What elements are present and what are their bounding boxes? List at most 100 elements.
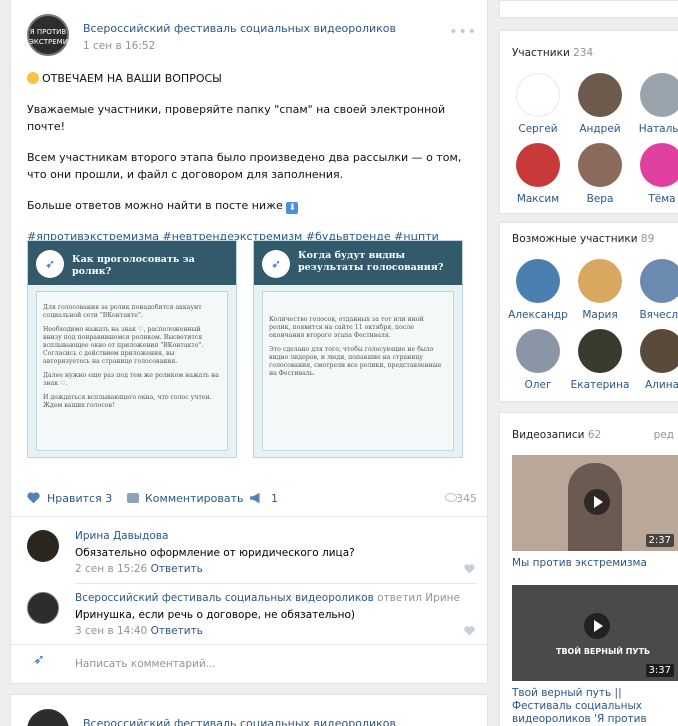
member-avatar[interactable] [640, 259, 678, 303]
comment-meta: 2 сен в 15:26 Ответить [75, 563, 203, 575]
card-title: Как проголосовать за ролик? [72, 254, 195, 277]
member-name[interactable]: Вячесла [632, 309, 678, 321]
megaphone-share-icon[interactable] [249, 492, 263, 504]
reply-link[interactable]: Ответить [151, 625, 203, 637]
videos-title[interactable]: Видеозаписи 62 [512, 429, 601, 441]
community-avatar[interactable] [27, 709, 69, 726]
member-item[interactable]: Мария [570, 259, 630, 321]
member-avatar[interactable] [640, 143, 678, 187]
comment-item: Всероссийский фестиваль социальных видео… [27, 592, 477, 638]
video-item[interactable]: 2:37 Мы против экстремизма [512, 455, 678, 570]
card-text: Далее нужно еще раз под тем же роликом н… [43, 372, 219, 387]
member-avatar[interactable] [640, 73, 678, 117]
member-name[interactable]: Вера [570, 193, 630, 205]
comment-date[interactable]: 2 сен в 15:26 [75, 563, 147, 575]
comment-like-icon[interactable] [464, 564, 475, 574]
member-item[interactable]: Максим [508, 143, 568, 205]
next-wall-post: Всероссийский фестиваль социальных видео… [10, 694, 488, 726]
member-name[interactable]: Алина [632, 379, 678, 391]
commenter-name[interactable]: Всероссийский фестиваль социальных видео… [75, 592, 374, 604]
member-item[interactable]: Андрей [570, 73, 630, 135]
more-options-icon[interactable]: ••• [449, 24, 477, 40]
members-title[interactable]: Участники 234 [512, 47, 593, 59]
down-arrow-emoji-icon: ⬇ [286, 202, 299, 214]
member-name[interactable]: Андрей [570, 123, 630, 135]
video-title[interactable]: Мы против экстремизма [512, 557, 678, 570]
member-item[interactable]: Олег [508, 329, 568, 391]
member-avatar[interactable] [578, 73, 622, 117]
card-body: Количество голосов, отданных за тот или … [262, 291, 454, 451]
member-name[interactable]: Екатерина [570, 379, 630, 391]
video-duration: 2:37 [645, 534, 674, 547]
member-avatar[interactable] [516, 73, 560, 117]
comment-item: Ирина Давыдова Обязательно оформление от… [27, 530, 477, 576]
heart-icon[interactable] [27, 492, 40, 504]
videos-edit-link[interactable]: ред [654, 429, 674, 441]
member-avatar[interactable] [578, 143, 622, 187]
comment-icon[interactable] [127, 493, 139, 503]
commenter-name[interactable]: Ирина Давыдова [75, 530, 168, 542]
comment-text: Иринушка, если речь о договоре, не обяза… [75, 609, 355, 621]
member-name[interactable]: Натальи [632, 123, 678, 135]
member-avatar[interactable] [516, 329, 560, 373]
video-title[interactable]: Твой верный путь || Фестиваль социальных… [512, 687, 678, 726]
card-title: Когда будут видны результаты голосования… [298, 250, 444, 273]
member-item[interactable]: Тёма [632, 143, 678, 205]
info-card-results[interactable]: ➶ Когда будут видны результаты голосован… [253, 240, 463, 458]
member-item[interactable]: Александр [508, 259, 568, 321]
possible-title[interactable]: Возможные участники 89 [512, 233, 654, 245]
member-item[interactable]: Алина [632, 329, 678, 391]
comment-button[interactable]: Комментировать [145, 492, 243, 505]
info-card-vote[interactable]: ➶ Как проголосовать за ролик? Для голосо… [27, 240, 237, 458]
member-item[interactable]: Вячесла [632, 259, 678, 321]
member-name[interactable]: Мария [570, 309, 630, 321]
member-name[interactable]: Максим [508, 193, 568, 205]
member-name[interactable]: Александр [508, 309, 568, 321]
video-item[interactable]: ТВОЙ ВЕРНЫЙ ПУТЬ 3:37 Твой верный путь |… [512, 585, 678, 726]
video-overlay-text: ТВОЙ ВЕРНЫЙ ПУТЬ [556, 647, 651, 656]
comment-date[interactable]: 3 сен в 14:40 [75, 625, 147, 637]
member-avatar[interactable] [578, 329, 622, 373]
member-avatar[interactable] [516, 143, 560, 187]
festival-logo-icon: ➶ [36, 250, 64, 278]
divider [11, 516, 489, 517]
videos-block: Видеозаписи 62 ред 2:37 Мы против экстре… [499, 412, 678, 726]
post-date-link[interactable]: 1 сен в 16:52 [83, 40, 155, 52]
member-name[interactable]: Тёма [632, 193, 678, 205]
commenter-avatar[interactable] [27, 592, 59, 624]
commenter-avatar[interactable] [27, 530, 59, 562]
card-text: Для голосования за ролик понадобится акк… [43, 304, 202, 319]
play-icon[interactable] [584, 489, 610, 515]
member-item[interactable]: Екатерина [570, 329, 630, 391]
comment-meta: 3 сен в 14:40 Ответить [75, 625, 203, 637]
comment-like-icon[interactable] [464, 626, 475, 636]
post-author-link[interactable]: Всероссийский фестиваль социальных видео… [83, 22, 396, 35]
write-comment-input[interactable]: Написать комментарий... [75, 658, 216, 670]
member-avatar[interactable] [516, 259, 560, 303]
play-icon[interactable] [584, 613, 610, 639]
reply-link[interactable]: Ответить [151, 563, 203, 575]
member-item[interactable]: Вера [570, 143, 630, 205]
member-item[interactable]: Сергей [508, 73, 568, 135]
like-button[interactable]: Нравится 3 [47, 492, 112, 505]
video-thumbnail[interactable]: 2:37 [512, 455, 678, 551]
member-name[interactable]: Сергей [508, 123, 568, 135]
post-author-link[interactable]: Всероссийский фестиваль социальных видео… [83, 717, 396, 726]
post-body: ОТВЕЧАЕМ НА ВАШИ ВОПРОСЫ Уважаемые участ… [27, 70, 477, 259]
member-avatar[interactable] [640, 329, 678, 373]
comment-text: Обязательно оформление от юридического л… [75, 547, 355, 559]
sunglasses-emoji-icon [27, 72, 39, 84]
videos-count: 62 [587, 429, 602, 441]
member-item[interactable]: Натальи [632, 73, 678, 135]
community-avatar[interactable]: Я ПРОТИВ ЭКСТРЕМИЗМА [27, 14, 83, 56]
post-paragraph-3: Больше ответов можно найти в посте ниже [27, 199, 283, 212]
share-count[interactable]: 1 [271, 492, 278, 505]
video-thumbnail[interactable]: ТВОЙ ВЕРНЫЙ ПУТЬ 3:37 [512, 585, 678, 681]
attached-images[interactable]: ➶ Как проголосовать за ролик? Для голосо… [27, 240, 479, 458]
member-name[interactable]: Олег [508, 379, 568, 391]
member-avatar[interactable] [578, 259, 622, 303]
wall-post: Я ПРОТИВ ЭКСТРЕМИЗМА Всероссийский фести… [10, 0, 489, 684]
card-body: Для голосования за ролик понадобится акк… [36, 291, 228, 451]
post-paragraph-1: Уважаемые участники, проверяйте папку "с… [27, 103, 446, 133]
card-text: Необходимо нажать на знак ♡, расположенн… [43, 326, 204, 365]
